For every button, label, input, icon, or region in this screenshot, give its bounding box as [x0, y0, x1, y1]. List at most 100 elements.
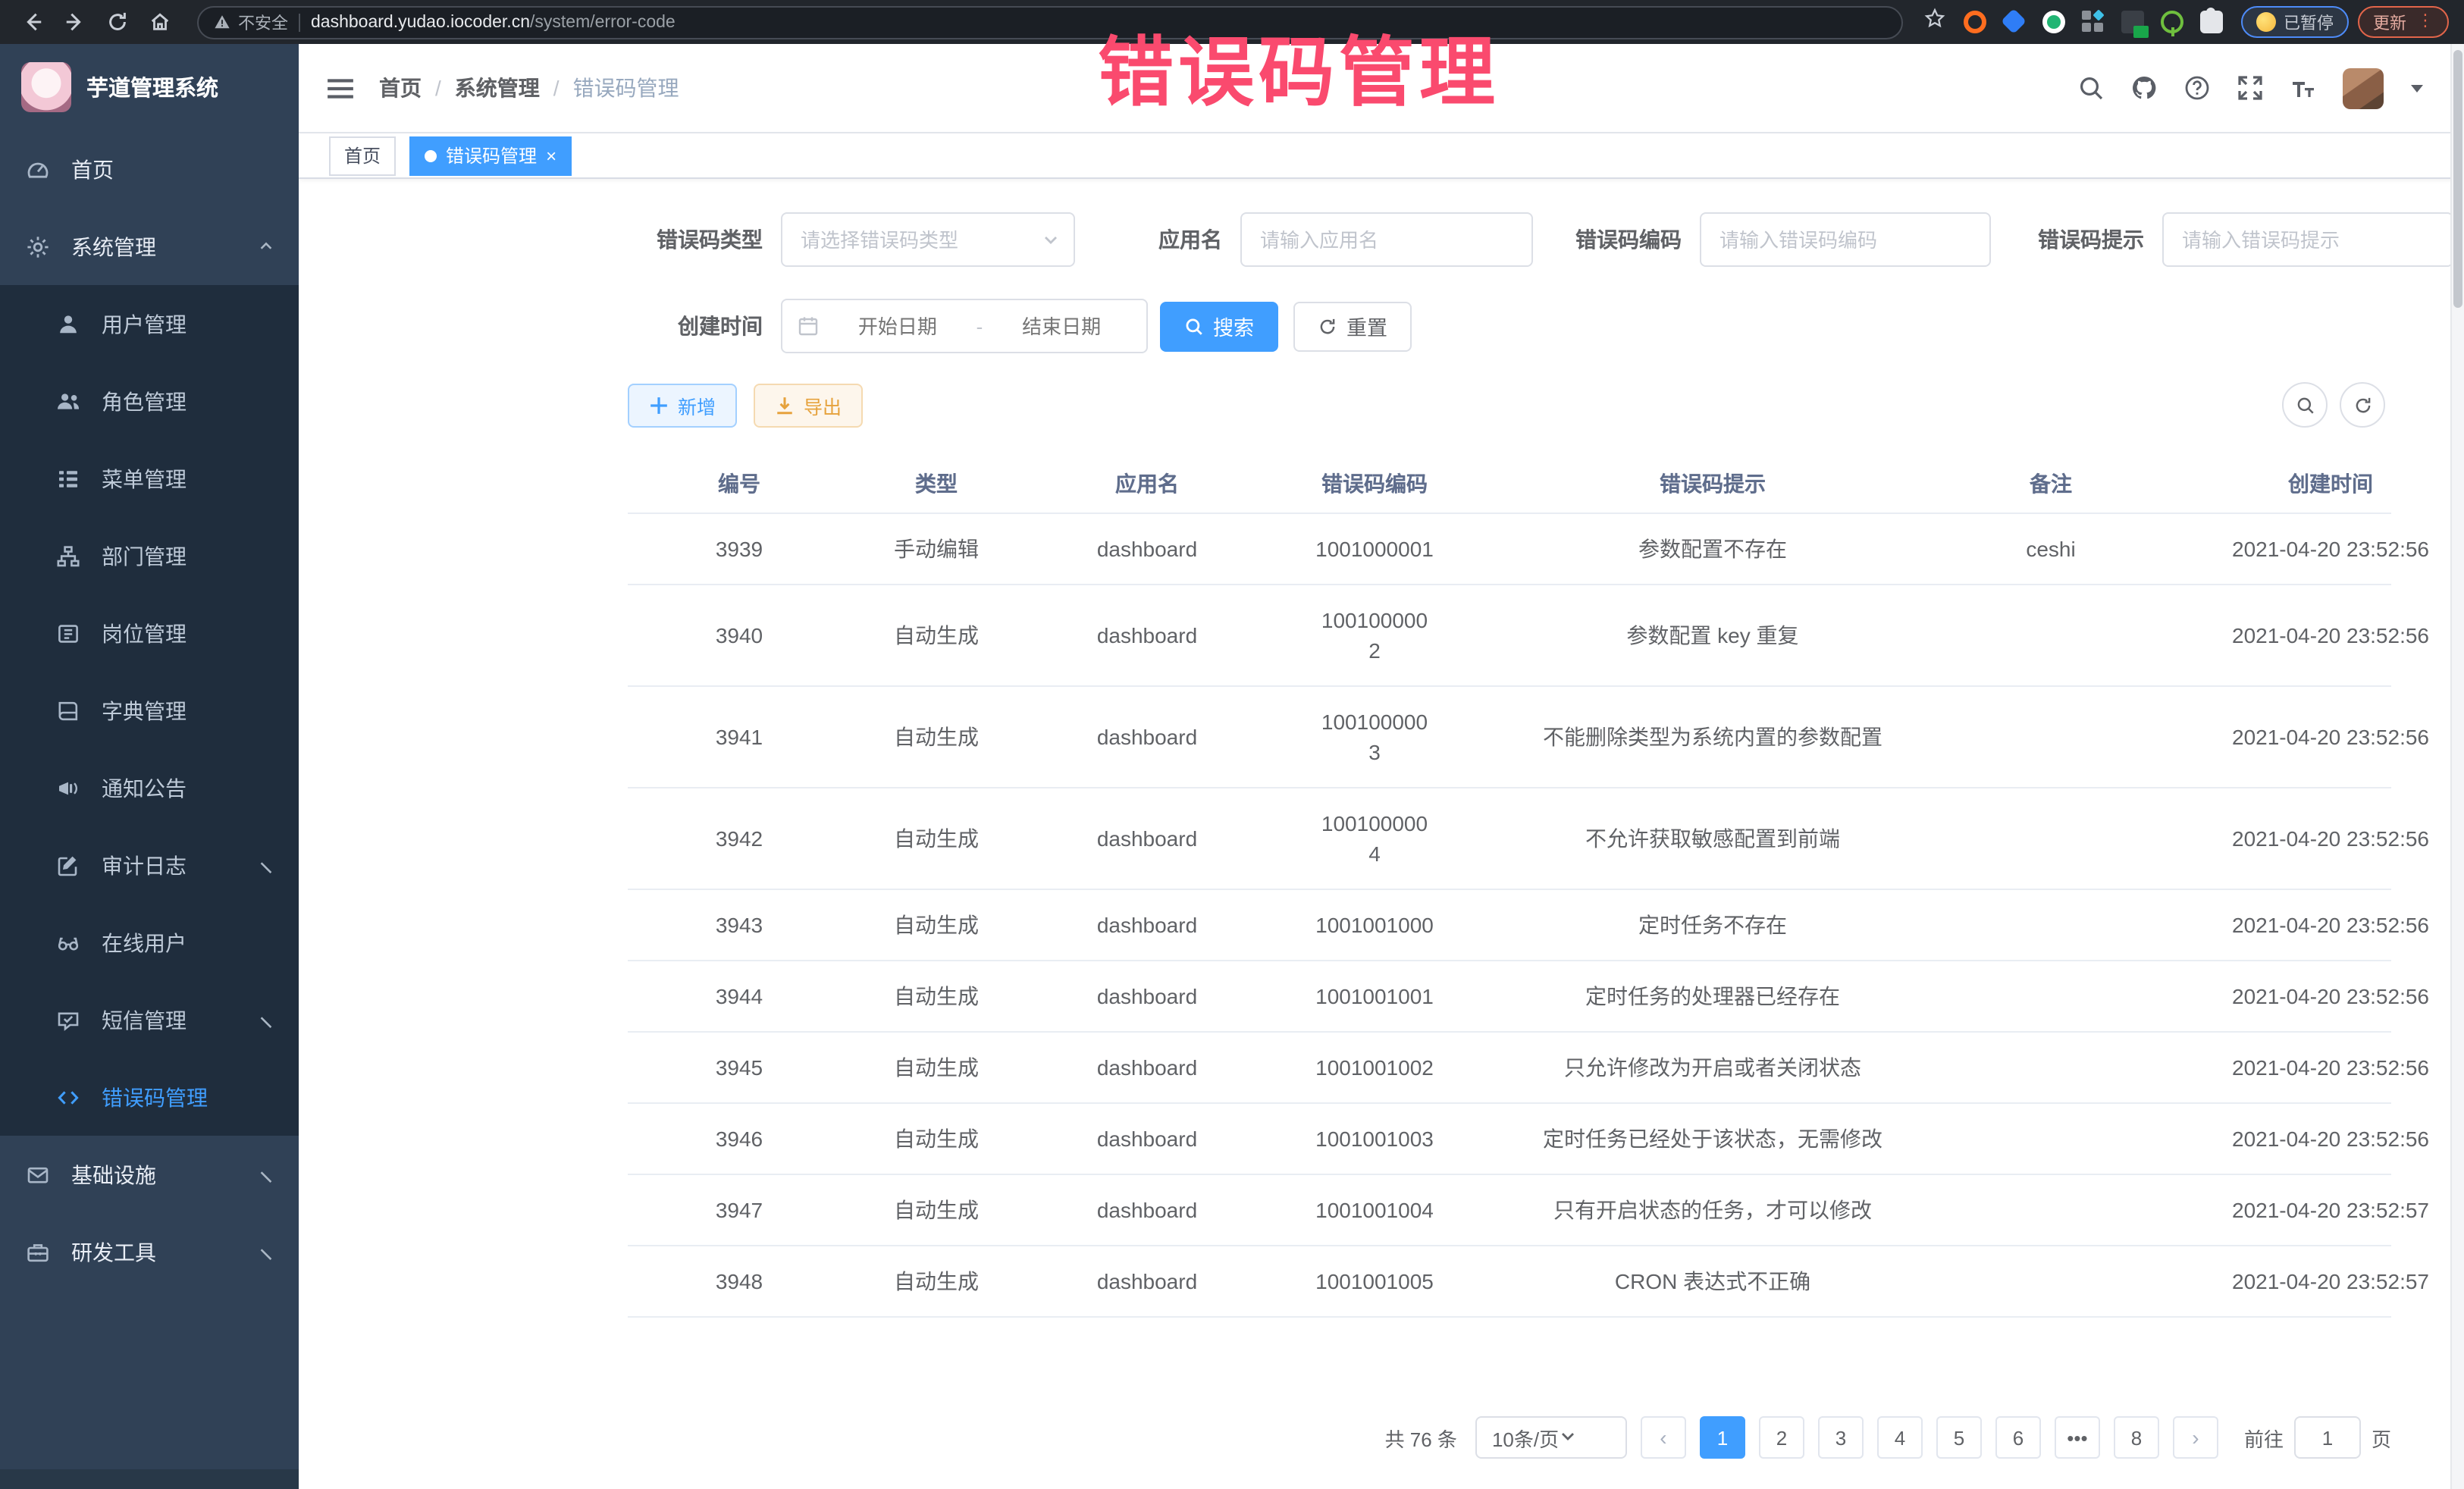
app-name-input[interactable]	[1240, 212, 1533, 267]
omnibox-divider	[299, 13, 300, 31]
error-code-table: 编号 类型 应用名 错误码编码 错误码提示 备注 创建时间 操作 3939 手动…	[628, 455, 2391, 1318]
page-size-select[interactable]: 10条/页	[1475, 1416, 1627, 1459]
sidebar-item-label: 审计日志	[102, 850, 187, 880]
grid-extension-icon[interactable]	[2082, 11, 2105, 33]
search-button[interactable]: 搜索	[1160, 301, 1278, 351]
cell-app: dashboard	[1022, 788, 1272, 889]
bookmark-star-icon[interactable]	[1924, 8, 1945, 36]
sidebar-item-dev-tools[interactable]: 研发工具	[0, 1213, 299, 1290]
header-search-button[interactable]	[2077, 74, 2105, 102]
dark-on-badge-extension-icon[interactable]	[2121, 11, 2144, 33]
sidebar-item-label: 短信管理	[102, 1005, 187, 1035]
cell-tip: 不允许获取敏感配置到前端	[1477, 788, 1948, 889]
logo-row[interactable]: 芋道管理系统	[0, 44, 299, 130]
sidebar-item-home[interactable]: 首页	[0, 130, 299, 208]
cell-remark	[1948, 961, 2153, 1031]
browser-update-button[interactable]: 更新 ⋮	[2358, 6, 2449, 38]
user-avatar[interactable]	[2343, 67, 2384, 108]
error-type-select[interactable]	[781, 212, 1075, 267]
sidebar-item-dict-management[interactable]: 字典管理	[0, 672, 299, 749]
error-type-select-input[interactable]	[781, 212, 1075, 267]
github-link[interactable]	[2130, 74, 2158, 102]
toggle-search-button[interactable]	[2282, 382, 2328, 428]
create-time-range-picker[interactable]: -	[781, 299, 1148, 353]
sidebar-item-label: 字典管理	[102, 695, 187, 726]
sidebar: 芋道管理系统 首页 系统管理 用户管理 角色管理 菜单管理 部门管理	[0, 44, 299, 1489]
breadcrumb-system[interactable]: 系统管理	[455, 73, 540, 103]
tab-error-code[interactable]: 错误码管理 ×	[409, 136, 572, 175]
help-button[interactable]	[2183, 74, 2211, 102]
goto-label: 前往	[2244, 1423, 2284, 1452]
puzzle-extension-icon[interactable]	[2200, 11, 2223, 33]
page-number-button[interactable]: 8	[2114, 1416, 2159, 1459]
browser-forward-button[interactable]	[58, 5, 91, 39]
browser-back-button[interactable]	[15, 5, 49, 39]
reset-button[interactable]: 重置	[1293, 301, 1412, 351]
sidebar-item-audit-log[interactable]: 审计日志	[0, 826, 299, 904]
active-tab-dot	[425, 149, 437, 161]
sidebar-item-dept-management[interactable]: 部门管理	[0, 517, 299, 594]
cell-create-time: 2021-04-20 23:52:56	[2153, 1104, 2464, 1174]
sidebar-item-online-user[interactable]: 在线用户	[0, 904, 299, 981]
browser-menu-icon[interactable]: ⋮	[2417, 14, 2434, 30]
filter-app-label: 应用名	[1158, 224, 1222, 255]
page-number-button[interactable]: •••	[2055, 1416, 2100, 1459]
profile-paused-badge[interactable]: 已暂停	[2241, 6, 2349, 38]
tab-home[interactable]: 首页	[329, 136, 396, 175]
page-number-button[interactable]: 3	[1818, 1416, 1864, 1459]
avatar-caret-down-icon[interactable]	[2409, 80, 2425, 96]
sidebar-item-post-management[interactable]: 岗位管理	[0, 594, 299, 672]
page-number-button[interactable]: 2	[1759, 1416, 1804, 1459]
page-number-button[interactable]: 5	[1936, 1416, 1982, 1459]
page-scrollbar[interactable]	[2450, 44, 2464, 1489]
search-icon	[1184, 316, 1204, 336]
add-button[interactable]: 新增	[628, 384, 737, 428]
blue-gem-extension-icon[interactable]	[2003, 11, 2026, 33]
goto-page-input[interactable]	[2294, 1416, 2361, 1459]
extensions-row	[1964, 11, 2223, 33]
refresh-icon	[1318, 316, 1337, 336]
sidebar-item-menu-management[interactable]: 菜单管理	[0, 440, 299, 517]
tab-label: 首页	[344, 143, 381, 168]
error-code-input[interactable]	[1700, 212, 1991, 267]
next-page-button[interactable]: ›	[2173, 1416, 2218, 1459]
address-bar[interactable]: 不安全 dashboard.yudao.iocoder.cn/system/er…	[197, 5, 1903, 39]
megaphone-icon	[56, 776, 80, 800]
tab-close-icon[interactable]: ×	[546, 146, 556, 165]
goto-page: 前往 页	[2244, 1416, 2391, 1459]
security-chip[interactable]: 不安全	[214, 10, 288, 34]
cell-code: 100100000 3	[1272, 687, 1477, 787]
green-badge-extension-icon[interactable]	[2042, 11, 2065, 33]
sidebar-item-user-management[interactable]: 用户管理	[0, 285, 299, 362]
table-header-row: 编号 类型 应用名 错误码编码 错误码提示 备注 创建时间 操作	[628, 455, 2391, 513]
fullscreen-button[interactable]	[2237, 74, 2264, 102]
page-number-button[interactable]: 4	[1877, 1416, 1923, 1459]
export-button[interactable]: 导出	[754, 384, 863, 428]
font-size-button[interactable]	[2290, 74, 2317, 102]
scrollbar-thumb[interactable]	[2453, 50, 2462, 308]
breadcrumb-home[interactable]: 首页	[379, 73, 422, 103]
green-key-extension-icon[interactable]	[2161, 11, 2183, 33]
sidebar-toggle-button[interactable]	[326, 74, 355, 102]
prev-page-button[interactable]: ‹	[1641, 1416, 1686, 1459]
end-date-input[interactable]	[992, 313, 1131, 339]
orange-circle-extension-icon[interactable]	[1964, 11, 1986, 33]
error-tip-input[interactable]	[2162, 212, 2453, 267]
forward-icon	[63, 11, 86, 33]
sidebar-item-notice[interactable]: 通知公告	[0, 749, 299, 826]
sidebar-item-system-management[interactable]: 系统管理	[0, 208, 299, 285]
sidebar-item-role-management[interactable]: 角色管理	[0, 362, 299, 440]
sidebar-item-sms-management[interactable]: 短信管理	[0, 981, 299, 1058]
breadcrumb-current: 错误码管理	[573, 73, 679, 103]
page-number-button[interactable]: 1	[1700, 1416, 1745, 1459]
refresh-table-button[interactable]	[2340, 382, 2385, 428]
page-number-button[interactable]: 6	[1995, 1416, 2041, 1459]
chevron-down-icon	[258, 1243, 274, 1260]
sidebar-item-infrastructure[interactable]: 基础设施	[0, 1136, 299, 1213]
online-user-icon	[56, 930, 80, 955]
sidebar-item-error-code-management[interactable]: 错误码管理	[0, 1058, 299, 1136]
start-date-input[interactable]	[828, 313, 967, 339]
browser-reload-button[interactable]	[100, 5, 133, 39]
browser-home-button[interactable]	[143, 5, 176, 39]
column-header: 类型	[851, 455, 1022, 513]
